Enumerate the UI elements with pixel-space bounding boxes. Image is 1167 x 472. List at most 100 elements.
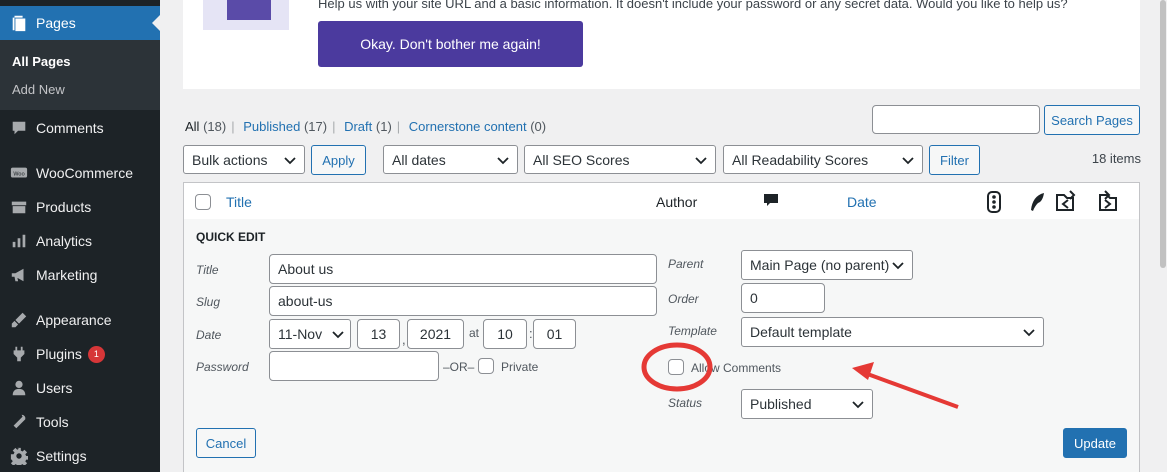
view-cornerstone[interactable]: Cornerstone content — [409, 119, 527, 134]
sidebar-item-label: Products — [36, 199, 92, 215]
or-separator: –OR– — [443, 360, 475, 374]
view-count: (18) — [203, 119, 227, 134]
apply-button[interactable]: Apply — [311, 145, 366, 175]
sidebar-item-label: Comments — [36, 120, 104, 136]
readability-column-icon[interactable] — [1028, 191, 1046, 213]
post-status-views: All (18) | Published (17) | Draft (1) | Cor… — [185, 119, 547, 134]
update-button[interactable]: Update — [1063, 428, 1127, 458]
bulk-actions-value: Bulk actions — [192, 151, 268, 168]
slug-label: Slug — [196, 295, 221, 309]
sidebar-item-label: WooCommerce — [36, 165, 133, 181]
sidebar-item-marketing[interactable]: Marketing — [0, 258, 160, 292]
filter-button[interactable]: Filter — [929, 145, 980, 175]
cancel-button[interactable]: Cancel — [196, 428, 256, 458]
sidebar-item-tools[interactable]: Tools — [0, 405, 160, 439]
minute-input[interactable]: 01 — [533, 319, 576, 349]
sidebar-item-label: Users — [36, 380, 73, 396]
chevron-down-icon — [332, 331, 344, 339]
readability-scores-value: All Readability Scores — [732, 151, 869, 168]
marketing-icon — [10, 266, 28, 284]
sidebar-item-plugins[interactable]: Plugins 1 — [0, 337, 160, 371]
password-input[interactable] — [269, 351, 439, 381]
sidebar-item-label: Plugins — [36, 346, 82, 362]
allow-comments-label: Allow Comments — [691, 361, 782, 375]
password-label: Password — [196, 360, 249, 374]
sidebar-item-users[interactable]: Users — [0, 371, 160, 405]
date-separator: , — [402, 332, 406, 347]
view-all[interactable]: All — [185, 119, 199, 134]
order-input[interactable]: 0 — [741, 283, 825, 313]
scrollbar-thumb[interactable] — [1160, 0, 1166, 268]
title-input[interactable]: About us — [269, 254, 657, 284]
readability-scores-select[interactable]: All Readability Scores — [723, 145, 923, 174]
outgoing-links-column-icon[interactable] — [1054, 190, 1076, 212]
comments-column-icon[interactable] — [763, 193, 779, 209]
view-count: (1) — [375, 119, 392, 134]
current-menu-arrow — [152, 15, 160, 31]
notice-text: Help us with your site URL and a basic i… — [318, 0, 1068, 11]
dismiss-notice-button[interactable]: Okay. Don't bother me again! — [318, 21, 583, 67]
tools-icon — [10, 413, 28, 431]
sidebar-item-comments[interactable]: Comments — [0, 111, 160, 145]
sidebar-item-woocommerce[interactable]: Woo WooCommerce — [0, 156, 160, 190]
chevron-down-icon — [1023, 329, 1035, 337]
quick-edit-heading: QUICK EDIT — [196, 230, 266, 244]
view-draft[interactable]: Draft — [344, 119, 372, 134]
status-select[interactable]: Published — [741, 389, 873, 419]
sidebar-item-products[interactable]: Products — [0, 190, 160, 224]
year-input[interactable]: 2021 — [407, 319, 464, 349]
status-value: Published — [750, 396, 812, 412]
private-checkbox[interactable] — [478, 358, 494, 374]
chevron-down-icon — [284, 157, 296, 165]
column-title[interactable]: Title — [226, 194, 252, 210]
settings-icon — [10, 447, 28, 465]
seo-score-column-icon[interactable] — [986, 191, 1002, 213]
view-published[interactable]: Published — [243, 119, 300, 134]
template-select[interactable]: Default template — [741, 317, 1044, 347]
svg-text:Woo: Woo — [13, 171, 25, 177]
title-label: Title — [196, 263, 219, 277]
page-scrollbar[interactable] — [1159, 0, 1167, 472]
submenu-add-new[interactable]: Add New — [12, 82, 65, 97]
sidebar-item-label: Tools — [36, 414, 69, 430]
woocommerce-icon: Woo — [10, 164, 28, 182]
chevron-down-icon — [892, 262, 904, 270]
sidebar-item-pages[interactable]: Pages — [0, 6, 160, 40]
month-select[interactable]: 11-Nov — [269, 319, 351, 349]
notice-illustration — [203, 0, 289, 30]
dates-select[interactable]: All dates — [383, 145, 518, 174]
seo-scores-select[interactable]: All SEO Scores — [524, 145, 716, 174]
search-pages-button[interactable]: Search Pages — [1044, 105, 1140, 135]
sidebar-item-analytics[interactable]: Analytics — [0, 224, 160, 258]
pages-table-header: Title Author Date — [183, 182, 1140, 220]
at-label: at — [469, 326, 480, 340]
users-icon — [10, 379, 28, 397]
select-all-checkbox[interactable] — [195, 194, 211, 210]
column-date[interactable]: Date — [847, 194, 877, 210]
sidebar-item-settings[interactable]: Settings — [0, 439, 160, 472]
allow-comments-checkbox[interactable] — [668, 359, 684, 375]
view-count: (17) — [303, 119, 328, 134]
day-input[interactable]: 13 — [357, 319, 400, 349]
seo-scores-value: All SEO Scores — [533, 151, 630, 168]
order-label: Order — [668, 292, 699, 306]
admin-sidebar: Pages All Pages Add New Comments Woo Woo… — [0, 0, 160, 472]
products-icon — [10, 198, 28, 216]
sidebar-item-label: Settings — [36, 448, 87, 464]
items-count: 18 items — [1091, 151, 1141, 166]
sidebar-item-label: Marketing — [36, 267, 98, 283]
date-label: Date — [196, 328, 222, 342]
parent-select[interactable]: Main Page (no parent) — [741, 250, 913, 280]
column-author: Author — [656, 194, 698, 210]
bulk-actions-select[interactable]: Bulk actions — [183, 145, 305, 174]
month-value: 11-Nov — [278, 326, 323, 342]
submenu-all-pages[interactable]: All Pages — [12, 54, 71, 69]
pages-icon — [10, 14, 28, 32]
search-pages-input[interactable] — [872, 105, 1040, 134]
slug-input[interactable]: about-us — [269, 286, 657, 316]
incoming-links-column-icon[interactable] — [1097, 190, 1119, 212]
hour-input[interactable]: 10 — [483, 319, 527, 349]
chevron-down-icon — [902, 157, 914, 165]
sidebar-item-appearance[interactable]: Appearance — [0, 303, 160, 337]
appearance-icon — [10, 311, 28, 329]
